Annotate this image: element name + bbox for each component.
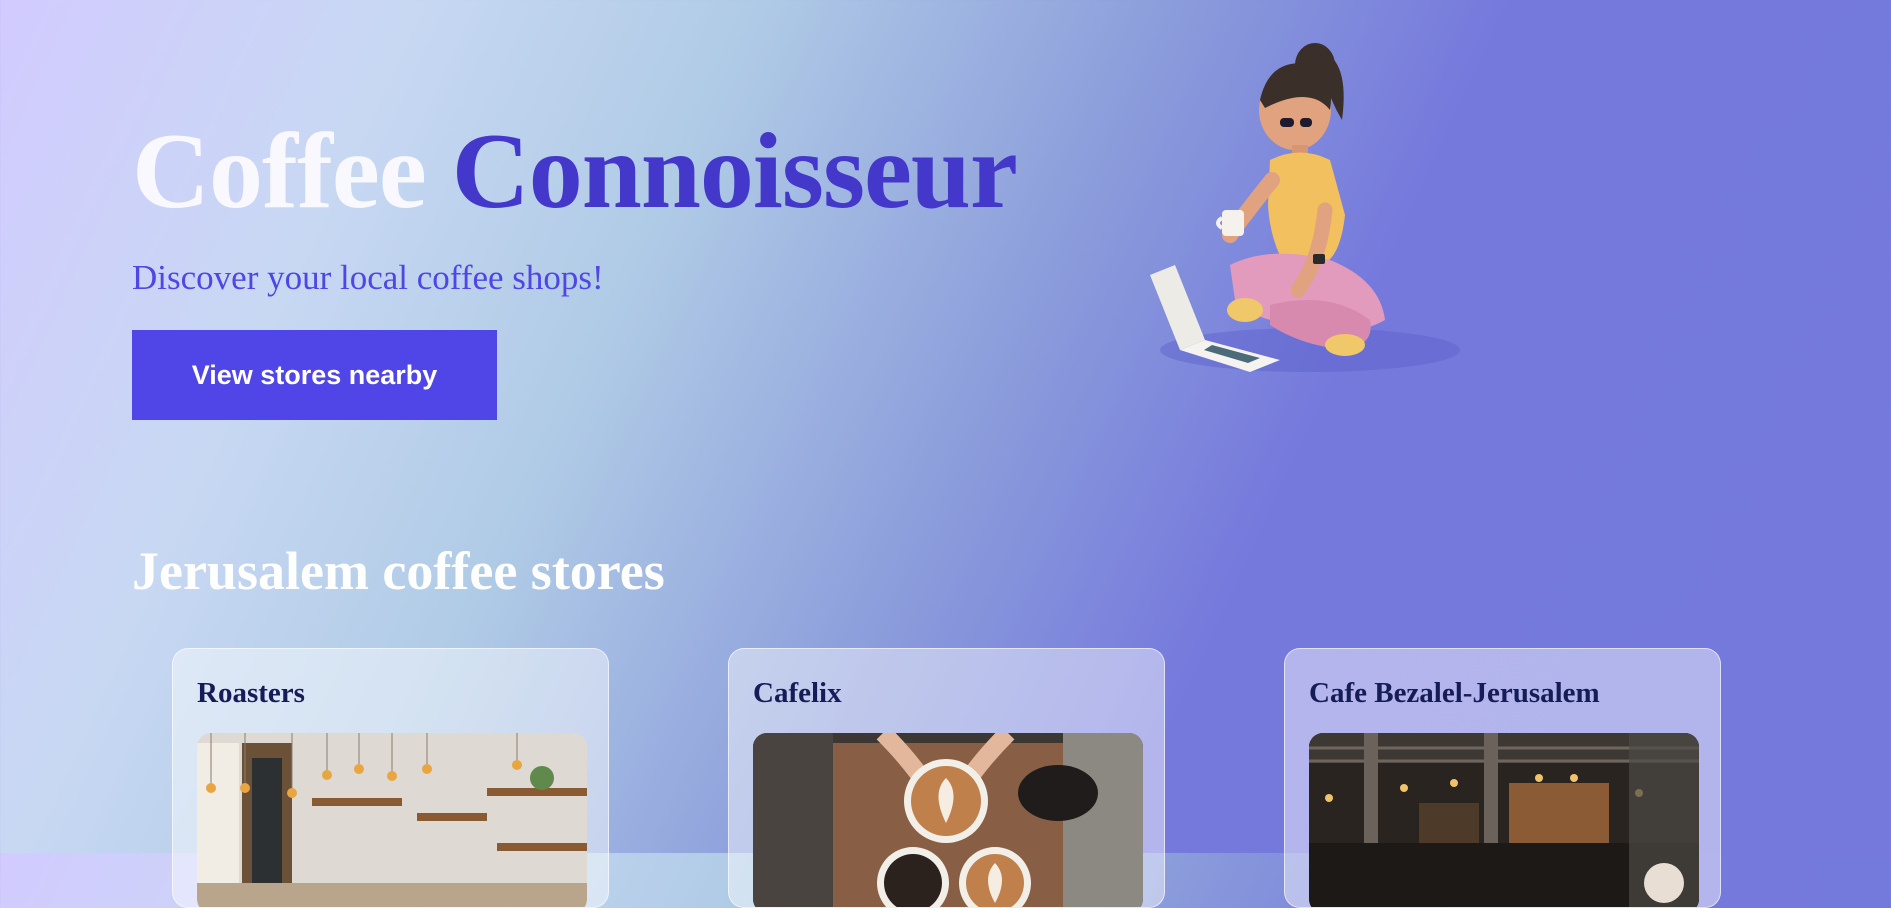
woman-laptop-illustration <box>1120 20 1480 390</box>
store-card-title: Cafelix <box>753 677 842 709</box>
coffee-shop-interior-image <box>197 733 587 907</box>
latte-art-cups-image <box>753 733 1143 907</box>
store-card-cafelix[interactable]: Cafelix <box>728 648 1165 908</box>
industrial-cafe-interior-image <box>1309 733 1699 907</box>
store-card-title: Roasters <box>197 677 305 709</box>
hero-title-connoisseur: Connoisseur <box>451 112 1018 231</box>
section-title-stores: Jerusalem coffee stores <box>132 541 665 601</box>
hero-title-coffee: Coffee <box>132 112 427 231</box>
store-card-title: Cafe Bezalel-Jerusalem <box>1309 677 1600 709</box>
store-card-cafe-bezalel[interactable]: Cafe Bezalel-Jerusalem <box>1284 648 1721 908</box>
view-stores-nearby-button[interactable]: View stores nearby <box>132 330 497 420</box>
hero-subtitle: Discover your local coffee shops! <box>132 258 604 297</box>
hero-title: Coffee Connoisseur <box>132 118 1018 226</box>
store-card-roasters[interactable]: Roasters <box>172 648 609 908</box>
